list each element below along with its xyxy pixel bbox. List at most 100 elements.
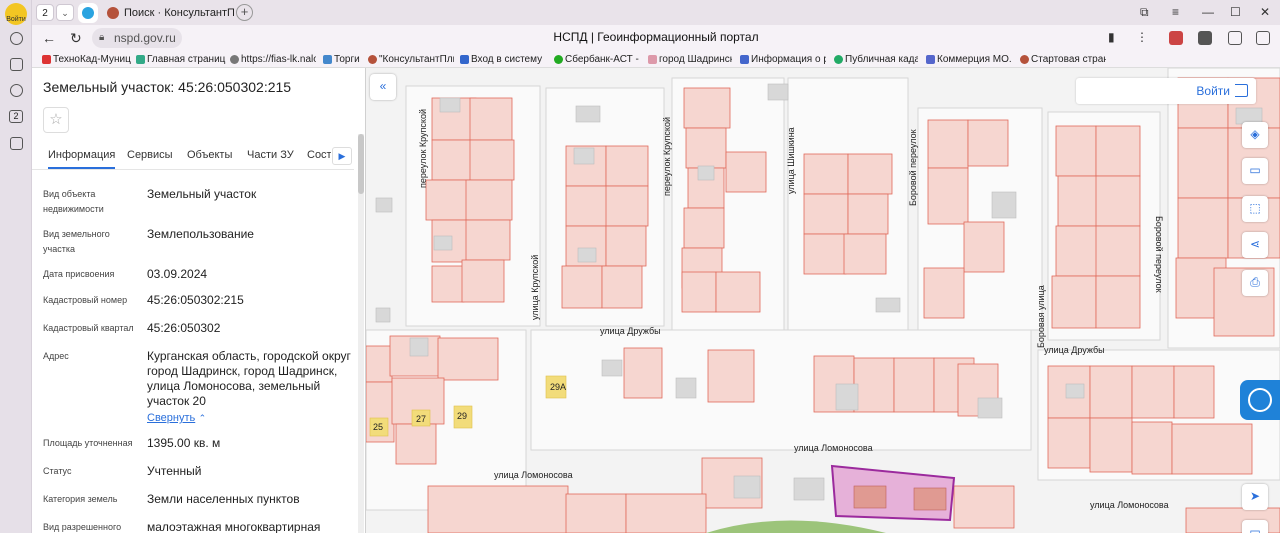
land-parcel <box>1095 125 1141 177</box>
close-icon[interactable]: ✕ <box>1260 5 1270 19</box>
select-area-icon[interactable]: ⬚ <box>1242 196 1268 222</box>
property-label: Вид объекта недвижимости <box>43 189 104 214</box>
minimize-icon[interactable]: — <box>1202 5 1214 19</box>
property-value: Курганская область, городской округ горо… <box>147 349 351 408</box>
property-value: Землепользование <box>147 227 254 241</box>
tab-nspd[interactable] <box>78 3 98 23</box>
maximize-icon[interactable]: ☐ <box>1230 5 1241 19</box>
collapse-panel-icon[interactable]: « <box>370 74 396 100</box>
reload-icon[interactable]: ↻ <box>70 30 82 47</box>
land-parcel <box>1171 423 1253 475</box>
chevron-down-icon[interactable]: ⌄ <box>56 4 74 21</box>
street-label: Боровой переулок <box>1154 216 1164 293</box>
menu-icon[interactable]: ▭ <box>1242 520 1268 533</box>
collections-icon[interactable] <box>10 58 23 71</box>
url-text: nspd.gov.ru <box>114 31 176 45</box>
bookmark-item[interactable]: Вход в систему <box>460 53 544 66</box>
collapse-link[interactable]: Свернуть <box>147 412 195 424</box>
building <box>875 297 901 313</box>
land-parcel <box>847 193 889 235</box>
tab-label: Поиск · КонсультантПлю <box>124 7 234 19</box>
layers-icon[interactable]: ◈ <box>1242 122 1268 148</box>
play-icon[interactable] <box>10 84 23 97</box>
tabs-scroll-right-icon[interactable]: ▶ <box>332 147 352 165</box>
share-icon[interactable] <box>1228 31 1242 45</box>
land-parcel <box>561 265 603 309</box>
property-label: Статус <box>43 466 72 476</box>
menu-icon[interactable]: ≡ <box>1172 5 1179 19</box>
bookmark-item[interactable]: Коммерция МО. <box>926 53 1012 66</box>
share-icon[interactable]: ⋖ <box>1242 232 1268 258</box>
land-parcel <box>425 179 473 221</box>
bookmark-item[interactable]: Публичная кадас <box>834 53 918 66</box>
panel-scrollbar[interactable] <box>358 134 364 533</box>
tab-count-icon[interactable]: 2 <box>9 110 23 123</box>
bookmark-item[interactable]: ТехноКад-Муниц <box>42 53 132 66</box>
street-label: улица Ломоносова <box>1090 500 1169 510</box>
land-parcel <box>437 337 499 381</box>
extension-icon[interactable] <box>1169 31 1183 45</box>
back-icon[interactable]: ← <box>42 30 56 46</box>
bookmark-item[interactable]: Стартовая стран <box>1020 53 1106 66</box>
land-parcel <box>893 357 935 413</box>
bookmark-label: Сбербанк-АСТ - <box>565 54 639 65</box>
land-parcel <box>366 345 393 383</box>
bookmark-item[interactable]: https://fias-lk.nalo <box>230 53 316 66</box>
extension-icon[interactable] <box>1198 31 1212 45</box>
address-bar: ← ↻ 🔒︎ nspd.gov.ru НСПД | Геоинформацион… <box>32 25 1280 51</box>
info-panel: Земельный участок: 45:26:050302:215 ☆ Ин… <box>32 68 366 533</box>
chat-assistant-button[interactable] <box>1240 380 1280 420</box>
print-icon[interactable]: ⎙ <box>1242 270 1268 296</box>
tab-objects[interactable]: Объекты <box>187 149 232 161</box>
street-label: переулок Крупской <box>418 109 428 188</box>
screen-icon[interactable] <box>10 137 23 150</box>
site-icon <box>368 55 377 64</box>
map-canvas[interactable]: 29А 27 29 25 переулок Крупской улица Кру… <box>366 68 1280 533</box>
login-button[interactable]: Войти <box>1076 78 1256 104</box>
tab-info[interactable]: Информация <box>48 149 116 169</box>
locate-icon[interactable]: ➤ <box>1242 484 1268 510</box>
bookmark-item[interactable]: город Шадринск <box>648 53 732 66</box>
history-icon[interactable] <box>10 32 23 45</box>
download-icon[interactable] <box>1256 31 1270 45</box>
profile-avatar[interactable]: Войти <box>5 3 27 25</box>
url-field[interactable]: 🔒︎ nspd.gov.ru <box>92 28 182 48</box>
building <box>439 97 461 113</box>
property-label: Дата присвоения <box>43 269 115 279</box>
tab-composition[interactable]: Соста <box>307 149 331 161</box>
cadastral-map[interactable]: 29А 27 29 25 переулок Крупской улица Кру… <box>366 68 1280 533</box>
bookmark-item[interactable]: Информация о р <box>740 53 826 66</box>
bookmark-item[interactable]: "КонсультантПлю <box>368 53 454 66</box>
land-parcel <box>715 271 761 313</box>
property-value: малоэтажная многоквартирная <box>147 520 321 533</box>
tab-consultant[interactable]: Поиск · КонсультантПлю <box>104 3 234 23</box>
ruler-icon[interactable]: ▭ <box>1242 158 1268 184</box>
more-icon[interactable]: ⋮ <box>1136 30 1148 44</box>
bookmark-icon[interactable]: ▮ <box>1108 30 1115 44</box>
bookmark-panel-icon[interactable]: ⧉ <box>1140 5 1149 20</box>
land-parcel <box>427 485 569 533</box>
property-label: Категория земель <box>43 494 118 504</box>
tab-group-count[interactable]: 2 <box>36 4 54 21</box>
property-label: Вид разрешенного <box>43 522 122 532</box>
house-number: 29 <box>457 411 467 421</box>
land-parcel <box>565 185 609 227</box>
street-label: Боровой переулок <box>908 129 918 206</box>
tab-services[interactable]: Сервисы <box>127 149 173 161</box>
land-parcel <box>1131 421 1173 475</box>
street-label: улица Дружбы <box>600 326 661 336</box>
favorite-star-icon[interactable]: ☆ <box>43 107 69 133</box>
land-parcel <box>963 221 1005 273</box>
tab-parts[interactable]: Части ЗУ <box>247 149 294 161</box>
street-label: улица Шишкина <box>786 127 796 194</box>
building <box>675 377 697 399</box>
site-icon <box>460 55 469 64</box>
land-parcel <box>601 265 643 309</box>
bookmark-item[interactable]: Главная страниц <box>136 53 226 66</box>
globe-icon <box>230 55 239 64</box>
bookmark-item[interactable]: Сбербанк-АСТ - <box>554 53 640 66</box>
new-tab-button[interactable]: + <box>236 4 253 21</box>
bookmark-item[interactable]: Торги <box>323 53 363 66</box>
chevron-up-icon[interactable]: ⌃ <box>199 413 207 423</box>
scrollbar-thumb[interactable] <box>358 134 364 194</box>
